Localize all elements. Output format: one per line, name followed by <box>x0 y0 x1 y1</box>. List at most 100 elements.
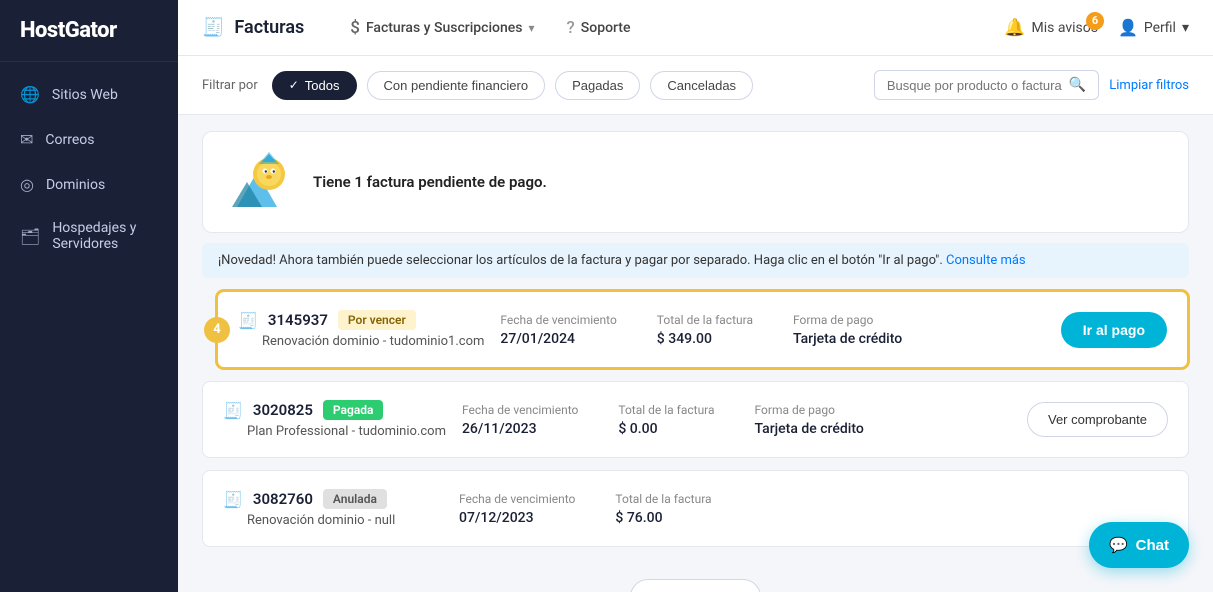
invoice-description: Renovación dominio - null <box>247 513 443 528</box>
app-logo: HostGator <box>0 0 178 62</box>
user-icon: 👤 <box>1118 18 1138 37</box>
payment-group: Forma de pago Tarjeta de crédito <box>755 403 864 437</box>
status-badge: Por vencer <box>338 310 416 330</box>
invoice-number-row: 🧾 3145937 Por vencer <box>238 310 484 330</box>
invoice-description: Renovación dominio - tudominio1.com <box>262 334 484 349</box>
sidebar-item-dominios[interactable]: ◎ Dominios <box>0 162 178 207</box>
invoice-doc-icon: 🧾 <box>238 311 258 330</box>
invoice-number-section: 🧾 3082760 Anulada Renovación dominio - n… <box>223 489 443 528</box>
filter-pendiente[interactable]: Con pendiente financiero <box>367 71 546 100</box>
search-input[interactable] <box>887 78 1063 93</box>
nav-facturas-suscripciones[interactable]: $ Facturas y Suscripciones ▾ <box>336 10 548 46</box>
sidebar-item-label: Correos <box>45 132 94 148</box>
due-date-value: 27/01/2024 <box>500 331 616 347</box>
invoice-number: 3082760 <box>253 490 313 508</box>
mis-avisos-button[interactable]: 🔔 6 Mis avisos <box>1004 18 1098 38</box>
status-badge: Anulada <box>323 489 387 509</box>
invoice-number-row: 🧾 3020825 Pagada <box>223 400 446 420</box>
globe-icon: 🌐 <box>20 85 40 104</box>
chevron-down-icon: ▾ <box>528 21 534 35</box>
topbar-title-section: 🧾 Facturas <box>202 17 304 38</box>
payment-group: Forma de pago Tarjeta de crédito <box>793 313 902 347</box>
invoice-meta: Fecha de vencimiento 27/01/2024 Total de… <box>500 313 1044 347</box>
invoice-meta: Fecha de vencimiento 07/12/2023 Total de… <box>459 492 1168 526</box>
total-value: $ 349.00 <box>657 331 753 347</box>
chat-button[interactable]: 💬 Chat <box>1089 522 1189 568</box>
invoice-card-2: 🧾 3020825 Pagada Plan Professional - tud… <box>202 381 1189 458</box>
sidebar-item-sitios-web[interactable]: 🌐 Sitios Web <box>0 72 178 117</box>
total-group: Total de la factura $ 349.00 <box>657 313 753 347</box>
search-icon: 🔍 <box>1069 77 1086 93</box>
page-title: Facturas <box>234 17 304 38</box>
payment-label: Forma de pago <box>793 313 902 327</box>
filter-label: Filtrar por <box>202 78 258 93</box>
invoice-list: 4 🧾 3145937 Por vencer Renovación domini… <box>202 290 1189 547</box>
invoice-card-3: 🧾 3082760 Anulada Renovación dominio - n… <box>202 470 1189 547</box>
sidebar-item-correos[interactable]: ✉ Correos <box>0 117 178 162</box>
novedad-text: ¡Novedad! Ahora también puede selecciona… <box>218 253 943 268</box>
invoice-number-section: 🧾 3145937 Por vencer Renovación dominio … <box>238 310 484 349</box>
perfil-button[interactable]: 👤 Perfil ▾ <box>1118 18 1189 37</box>
sidebar-item-hospedajes[interactable]: 🗂 Hospedajes y Servidores <box>0 207 178 265</box>
invoice-number: 3145937 <box>268 311 328 329</box>
payment-label: Forma de pago <box>755 403 864 417</box>
chat-label: Chat <box>1136 537 1169 554</box>
total-label: Total de la factura <box>615 492 711 506</box>
search-container: 🔍 <box>874 70 1099 100</box>
sidebar-item-label: Dominios <box>46 177 105 193</box>
total-group: Total de la factura $ 76.00 <box>615 492 711 526</box>
mascot <box>227 152 297 212</box>
status-badge: Pagada <box>323 400 384 420</box>
total-group: Total de la factura $ 0.00 <box>618 403 714 437</box>
due-date-value: 26/11/2023 <box>462 421 578 437</box>
question-icon: ? <box>567 18 575 38</box>
ir-al-pago-button[interactable]: Ir al pago <box>1061 312 1167 348</box>
total-label: Total de la factura <box>657 313 753 327</box>
due-date-group: Fecha de vencimiento 26/11/2023 <box>462 403 578 437</box>
cargar-mas-button[interactable]: Cargar más <box>630 579 761 592</box>
avisos-badge: 6 <box>1086 12 1104 30</box>
payment-value: Tarjeta de crédito <box>755 421 864 437</box>
banner-text: Tiene 1 factura pendiente de pago. <box>313 173 547 191</box>
invoice-description: Plan Professional - tudominio.com <box>247 424 446 439</box>
due-date-group: Fecha de vencimiento 07/12/2023 <box>459 492 575 526</box>
total-value: $ 76.00 <box>615 510 711 526</box>
invoice-number: 3020825 <box>253 401 313 419</box>
invoice-action: Ver comprobante <box>1027 402 1168 437</box>
highlight-badge: 4 <box>204 317 230 343</box>
clear-filters-link[interactable]: Limpiar filtros <box>1109 78 1189 93</box>
due-date-label: Fecha de vencimiento <box>462 403 578 417</box>
invoice-card-1: 4 🧾 3145937 Por vencer Renovación domini… <box>216 290 1189 369</box>
invoice-number-section: 🧾 3020825 Pagada Plan Professional - tud… <box>223 400 446 439</box>
dollar-icon: $ <box>350 18 360 38</box>
invoice-meta: Fecha de vencimiento 26/11/2023 Total de… <box>462 403 1011 437</box>
filter-pagadas[interactable]: Pagadas <box>555 71 640 100</box>
main-content: 🧾 Facturas $ Facturas y Suscripciones ▾ … <box>178 0 1213 592</box>
chat-icon: 💬 <box>1109 536 1128 554</box>
ver-comprobante-button[interactable]: Ver comprobante <box>1027 402 1168 437</box>
load-more-section: Cargar más <box>178 563 1213 592</box>
due-date-value: 07/12/2023 <box>459 510 575 526</box>
consulte-mas-link[interactable]: Consulte más <box>946 253 1026 268</box>
chevron-down-icon: ▾ <box>1182 20 1189 36</box>
due-date-group: Fecha de vencimiento 27/01/2024 <box>500 313 616 347</box>
payment-value: Tarjeta de crédito <box>793 331 902 347</box>
content-area: Tiene 1 factura pendiente de pago. ¡Nove… <box>178 115 1213 592</box>
nav-item-label: Facturas y Suscripciones <box>366 20 523 36</box>
due-date-label: Fecha de vencimiento <box>459 492 575 506</box>
domain-icon: ◎ <box>20 175 34 194</box>
nav-soporte[interactable]: ? Soporte <box>553 10 645 46</box>
perfil-label: Perfil <box>1144 20 1176 36</box>
invoice-action: Ir al pago <box>1061 312 1167 348</box>
invoice-page-icon: 🧾 <box>202 17 224 38</box>
filter-todos[interactable]: Todos <box>272 71 357 100</box>
filter-canceladas[interactable]: Canceladas <box>650 71 753 100</box>
topbar: 🧾 Facturas $ Facturas y Suscripciones ▾ … <box>178 0 1213 56</box>
novedad-bar: ¡Novedad! Ahora también puede selecciona… <box>202 243 1189 278</box>
topbar-nav: $ Facturas y Suscripciones ▾ ? Soporte <box>336 10 1004 46</box>
hosting-icon: 🗂 <box>20 227 40 246</box>
invoice-doc-icon: 🧾 <box>223 490 243 509</box>
sidebar-item-label: Hospedajes y Servidores <box>52 220 158 252</box>
pending-banner: Tiene 1 factura pendiente de pago. <box>202 131 1189 233</box>
sidebar-item-label: Sitios Web <box>52 87 118 103</box>
